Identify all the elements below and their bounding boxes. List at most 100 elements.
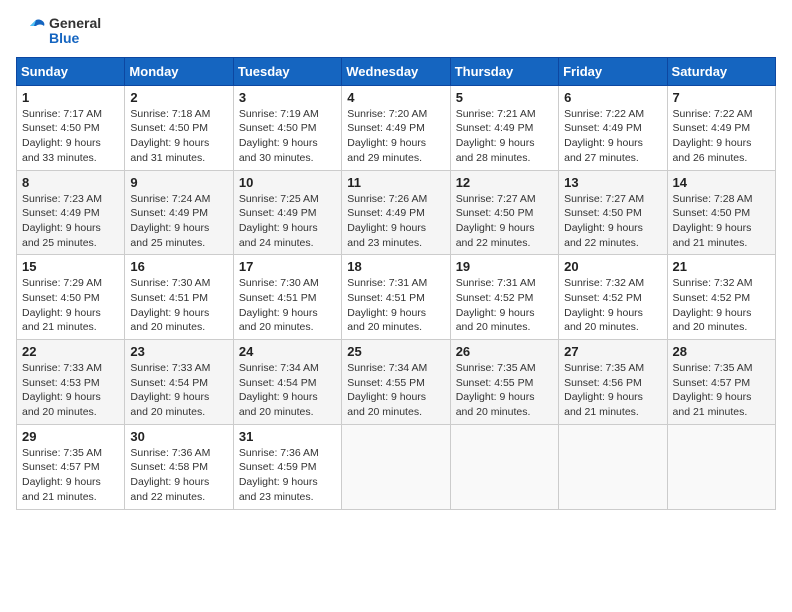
calendar-day-cell: 27 Sunrise: 7:35 AM Sunset: 4:56 PM Dayli…: [559, 340, 667, 425]
day-number: 2: [130, 90, 227, 105]
day-number: 21: [673, 259, 770, 274]
page-header: General Blue: [16, 16, 776, 47]
calendar-day-cell: 16 Sunrise: 7:30 AM Sunset: 4:51 PM Dayli…: [125, 255, 233, 340]
day-number: 13: [564, 175, 661, 190]
weekday-header-friday: Friday: [559, 57, 667, 85]
calendar-week-row: 1Sunrise: 7:17 AM Sunset: 4:50 PM Daylig…: [17, 85, 776, 170]
calendar-day-cell: 9 Sunrise: 7:24 AM Sunset: 4:49 PM Daylig…: [125, 170, 233, 255]
day-number: 26: [456, 344, 553, 359]
calendar-day-cell: 2Sunrise: 7:18 AM Sunset: 4:50 PM Daylig…: [125, 85, 233, 170]
day-number: 19: [456, 259, 553, 274]
calendar-day-cell: 4Sunrise: 7:20 AM Sunset: 4:49 PM Daylig…: [342, 85, 450, 170]
day-info: Sunrise: 7:35 AM Sunset: 4:56 PM Dayligh…: [564, 361, 661, 420]
weekday-header-saturday: Saturday: [667, 57, 775, 85]
calendar-day-cell: 15 Sunrise: 7:29 AM Sunset: 4:50 PM Dayli…: [17, 255, 125, 340]
calendar-day-cell: 25 Sunrise: 7:34 AM Sunset: 4:55 PM Dayli…: [342, 340, 450, 425]
day-number: 25: [347, 344, 444, 359]
calendar-day-cell: 23Sunrise: 7:33 AM Sunset: 4:54 PM Dayli…: [125, 340, 233, 425]
day-info: Sunrise: 7:32 AM Sunset: 4:52 PM Dayligh…: [673, 276, 770, 335]
day-number: 17: [239, 259, 336, 274]
calendar-day-cell: 14 Sunrise: 7:28 AM Sunset: 4:50 PM Dayli…: [667, 170, 775, 255]
day-number: 6: [564, 90, 661, 105]
calendar-table: SundayMondayTuesdayWednesdayThursdayFrid…: [16, 57, 776, 510]
calendar-day-cell: 18 Sunrise: 7:31 AM Sunset: 4:51 PM Dayli…: [342, 255, 450, 340]
weekday-header-thursday: Thursday: [450, 57, 558, 85]
day-info: Sunrise: 7:35 AM Sunset: 4:57 PM Dayligh…: [22, 446, 119, 505]
weekday-header-monday: Monday: [125, 57, 233, 85]
calendar-day-cell: 3 Sunrise: 7:19 AM Sunset: 4:50 PM Daylig…: [233, 85, 341, 170]
day-info: Sunrise: 7:27 AM Sunset: 4:50 PM Dayligh…: [564, 192, 661, 251]
day-info: Sunrise: 7:26 AM Sunset: 4:49 PM Dayligh…: [347, 192, 444, 251]
day-info: Sunrise: 7:29 AM Sunset: 4:50 PM Dayligh…: [22, 276, 119, 335]
calendar-week-row: 15 Sunrise: 7:29 AM Sunset: 4:50 PM Dayli…: [17, 255, 776, 340]
calendar-day-cell: [450, 424, 558, 509]
calendar-day-cell: 26 Sunrise: 7:35 AM Sunset: 4:55 PM Dayli…: [450, 340, 558, 425]
day-info: Sunrise: 7:36 AM Sunset: 4:59 PM Dayligh…: [239, 446, 336, 505]
day-info: Sunrise: 7:33 AM Sunset: 4:53 PM Dayligh…: [22, 361, 119, 420]
calendar-header-row: SundayMondayTuesdayWednesdayThursdayFrid…: [17, 57, 776, 85]
day-number: 28: [673, 344, 770, 359]
weekday-header-tuesday: Tuesday: [233, 57, 341, 85]
day-info: Sunrise: 7:35 AM Sunset: 4:55 PM Dayligh…: [456, 361, 553, 420]
calendar-day-cell: 30Sunrise: 7:36 AM Sunset: 4:58 PM Dayli…: [125, 424, 233, 509]
day-info: Sunrise: 7:36 AM Sunset: 4:58 PM Dayligh…: [130, 446, 227, 505]
logo: General Blue: [16, 16, 101, 47]
calendar-day-cell: 11 Sunrise: 7:26 AM Sunset: 4:49 PM Dayli…: [342, 170, 450, 255]
day-number: 27: [564, 344, 661, 359]
day-number: 20: [564, 259, 661, 274]
calendar-day-cell: 31Sunrise: 7:36 AM Sunset: 4:59 PM Dayli…: [233, 424, 341, 509]
calendar-day-cell: 17 Sunrise: 7:30 AM Sunset: 4:51 PM Dayli…: [233, 255, 341, 340]
day-number: 1: [22, 90, 119, 105]
day-number: 15: [22, 259, 119, 274]
calendar-day-cell: [342, 424, 450, 509]
day-number: 29: [22, 429, 119, 444]
calendar-day-cell: 10 Sunrise: 7:25 AM Sunset: 4:49 PM Dayli…: [233, 170, 341, 255]
day-number: 9: [130, 175, 227, 190]
day-info: Sunrise: 7:23 AM Sunset: 4:49 PM Dayligh…: [22, 192, 119, 251]
calendar-week-row: 8 Sunrise: 7:23 AM Sunset: 4:49 PM Daylig…: [17, 170, 776, 255]
day-info: Sunrise: 7:33 AM Sunset: 4:54 PM Dayligh…: [130, 361, 227, 420]
calendar-day-cell: 24 Sunrise: 7:34 AM Sunset: 4:54 PM Dayli…: [233, 340, 341, 425]
calendar-week-row: 22 Sunrise: 7:33 AM Sunset: 4:53 PM Dayli…: [17, 340, 776, 425]
day-number: 24: [239, 344, 336, 359]
day-number: 22: [22, 344, 119, 359]
calendar-day-cell: 21 Sunrise: 7:32 AM Sunset: 4:52 PM Dayli…: [667, 255, 775, 340]
day-info: Sunrise: 7:22 AM Sunset: 4:49 PM Dayligh…: [564, 107, 661, 166]
calendar-day-cell: 13 Sunrise: 7:27 AM Sunset: 4:50 PM Dayli…: [559, 170, 667, 255]
day-number: 5: [456, 90, 553, 105]
day-number: 14: [673, 175, 770, 190]
day-info: Sunrise: 7:21 AM Sunset: 4:49 PM Dayligh…: [456, 107, 553, 166]
logo-general: General: [49, 16, 101, 31]
calendar-day-cell: 22 Sunrise: 7:33 AM Sunset: 4:53 PM Dayli…: [17, 340, 125, 425]
day-info: Sunrise: 7:34 AM Sunset: 4:55 PM Dayligh…: [347, 361, 444, 420]
day-info: Sunrise: 7:24 AM Sunset: 4:49 PM Dayligh…: [130, 192, 227, 251]
day-info: Sunrise: 7:30 AM Sunset: 4:51 PM Dayligh…: [239, 276, 336, 335]
calendar-day-cell: 19 Sunrise: 7:31 AM Sunset: 4:52 PM Dayli…: [450, 255, 558, 340]
day-info: Sunrise: 7:25 AM Sunset: 4:49 PM Dayligh…: [239, 192, 336, 251]
calendar-day-cell: 28 Sunrise: 7:35 AM Sunset: 4:57 PM Dayli…: [667, 340, 775, 425]
day-info: Sunrise: 7:28 AM Sunset: 4:50 PM Dayligh…: [673, 192, 770, 251]
day-info: Sunrise: 7:31 AM Sunset: 4:51 PM Dayligh…: [347, 276, 444, 335]
day-number: 10: [239, 175, 336, 190]
logo-blue: Blue: [49, 31, 101, 46]
day-info: Sunrise: 7:34 AM Sunset: 4:54 PM Dayligh…: [239, 361, 336, 420]
day-number: 16: [130, 259, 227, 274]
day-info: Sunrise: 7:35 AM Sunset: 4:57 PM Dayligh…: [673, 361, 770, 420]
calendar-day-cell: [667, 424, 775, 509]
day-info: Sunrise: 7:19 AM Sunset: 4:50 PM Dayligh…: [239, 107, 336, 166]
day-info: Sunrise: 7:30 AM Sunset: 4:51 PM Dayligh…: [130, 276, 227, 335]
day-info: Sunrise: 7:31 AM Sunset: 4:52 PM Dayligh…: [456, 276, 553, 335]
calendar-week-row: 29 Sunrise: 7:35 AM Sunset: 4:57 PM Dayli…: [17, 424, 776, 509]
day-info: Sunrise: 7:22 AM Sunset: 4:49 PM Dayligh…: [673, 107, 770, 166]
day-info: Sunrise: 7:27 AM Sunset: 4:50 PM Dayligh…: [456, 192, 553, 251]
day-number: 11: [347, 175, 444, 190]
calendar-day-cell: 12 Sunrise: 7:27 AM Sunset: 4:50 PM Dayli…: [450, 170, 558, 255]
day-number: 8: [22, 175, 119, 190]
day-number: 12: [456, 175, 553, 190]
day-info: Sunrise: 7:32 AM Sunset: 4:52 PM Dayligh…: [564, 276, 661, 335]
day-number: 3: [239, 90, 336, 105]
calendar-day-cell: 1Sunrise: 7:17 AM Sunset: 4:50 PM Daylig…: [17, 85, 125, 170]
calendar-day-cell: [559, 424, 667, 509]
day-number: 18: [347, 259, 444, 274]
weekday-header-wednesday: Wednesday: [342, 57, 450, 85]
